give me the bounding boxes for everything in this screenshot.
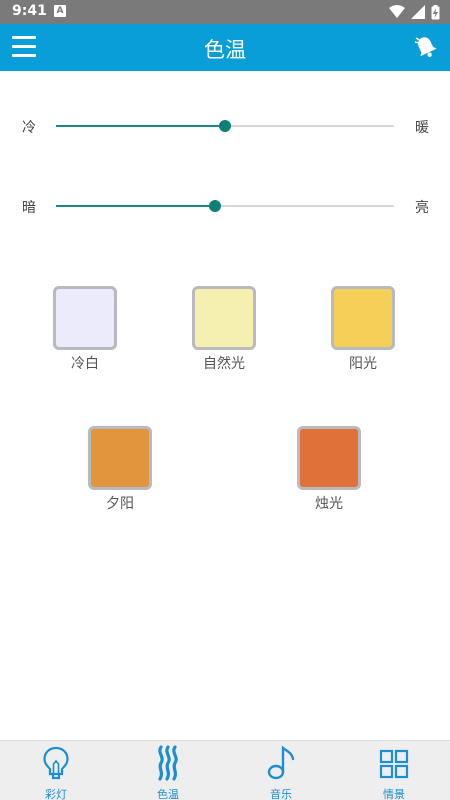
cold-label: 冷 xyxy=(22,120,36,136)
nav-item-music[interactable]: 音乐 xyxy=(225,741,337,800)
warm-label: 暖 xyxy=(415,120,429,136)
nav-item-color-lights[interactable]: 彩灯 xyxy=(0,741,112,800)
page-title: 色温 xyxy=(204,38,246,62)
bright-label: 亮 xyxy=(415,200,429,216)
preset-label: 阳光 xyxy=(349,356,377,372)
status-time: 9:41 xyxy=(12,3,47,19)
status-bar: 9:41 A xyxy=(0,0,450,24)
preset-natural-light[interactable]: 自然光 xyxy=(179,286,269,373)
preset-swatch xyxy=(297,426,361,490)
brightness-slider[interactable] xyxy=(56,200,394,212)
preset-label: 烛光 xyxy=(315,496,343,512)
preset-swatch xyxy=(88,426,152,490)
preset-swatch xyxy=(331,286,395,350)
battery-icon xyxy=(431,4,440,19)
temperature-slider-row: 冷 暖 xyxy=(0,111,450,141)
bottom-nav: 彩灯 色温 音乐 情景 xyxy=(0,740,450,800)
bell-icon[interactable] xyxy=(412,33,440,61)
brightness-slider-fill xyxy=(56,205,215,207)
preset-sunset[interactable]: 夕阳 xyxy=(75,426,165,513)
temperature-slider[interactable] xyxy=(56,120,394,132)
temperature-slider-fill xyxy=(56,125,225,127)
nav-label: 彩灯 xyxy=(45,788,67,800)
music-note-icon xyxy=(267,745,295,780)
nav-label: 色温 xyxy=(157,788,179,800)
lightbulb-icon xyxy=(43,746,69,780)
nav-label: 情景 xyxy=(383,788,405,800)
dark-label: 暗 xyxy=(22,200,36,216)
temperature-slider-thumb[interactable] xyxy=(219,120,231,132)
brightness-slider-row: 暗 亮 xyxy=(0,191,450,221)
preset-label: 夕阳 xyxy=(106,496,134,512)
preset-candlelight[interactable]: 烛光 xyxy=(284,426,374,513)
preset-sunlight[interactable]: 阳光 xyxy=(318,286,408,373)
signal-icon xyxy=(411,5,425,19)
preset-label: 自然光 xyxy=(203,356,245,372)
wifi-icon xyxy=(389,5,405,18)
nav-item-color-temperature[interactable]: 色温 xyxy=(112,741,224,800)
nav-item-scenes[interactable]: 情景 xyxy=(338,741,450,800)
preset-label: 冷白 xyxy=(71,356,99,372)
notification-icon: A xyxy=(54,5,66,17)
preset-cool-white[interactable]: 冷白 xyxy=(40,286,130,373)
preset-swatch xyxy=(192,286,256,350)
app-bar: 色温 xyxy=(0,24,450,71)
grid-scenes-icon xyxy=(379,749,409,779)
heat-waves-icon xyxy=(158,745,178,781)
nav-label: 音乐 xyxy=(270,788,292,800)
brightness-slider-thumb[interactable] xyxy=(208,200,221,212)
preset-swatch xyxy=(53,286,117,350)
